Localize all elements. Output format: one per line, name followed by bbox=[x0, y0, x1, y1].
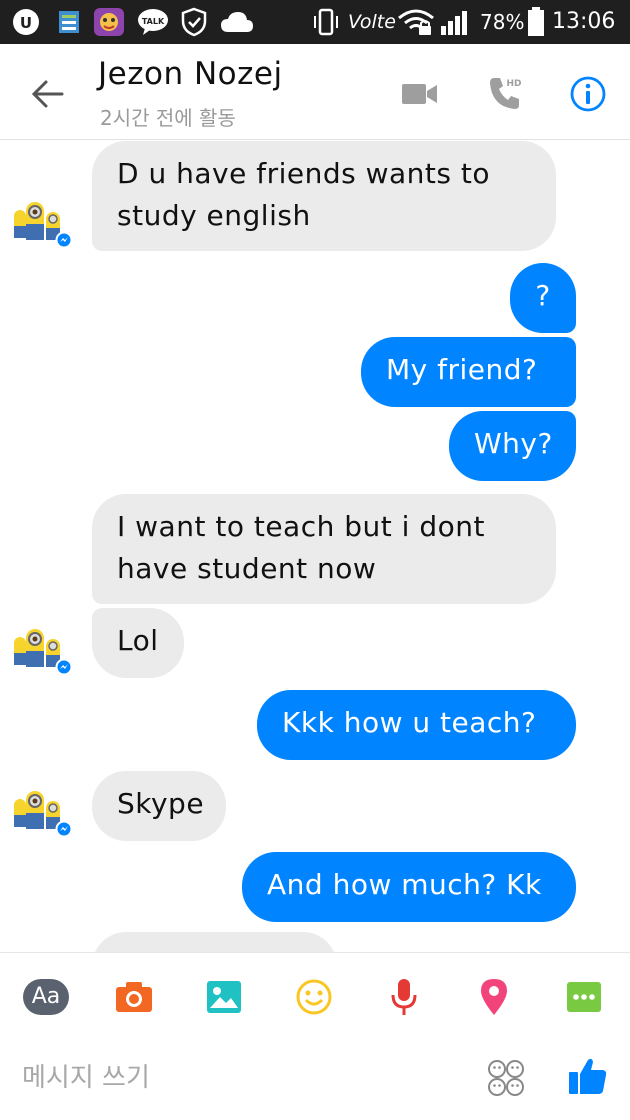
emoji-button[interactable] bbox=[292, 975, 336, 1019]
wifi-icon bbox=[396, 7, 436, 37]
contact-avatar[interactable] bbox=[12, 623, 78, 676]
outgoing-message[interactable]: And how much? Kk bbox=[242, 852, 576, 922]
stickers-button[interactable] bbox=[486, 1058, 526, 1098]
composer-toolbar: Aa bbox=[0, 952, 630, 1038]
stickers-icon bbox=[488, 1060, 524, 1096]
outgoing-message[interactable]: Kkk how u teach? bbox=[257, 690, 576, 760]
phone-hd-icon: HD bbox=[490, 78, 522, 109]
shield-icon bbox=[178, 7, 210, 37]
svg-text:HD: HD bbox=[506, 79, 521, 89]
vibrate-icon bbox=[310, 7, 342, 37]
location-pin-icon bbox=[481, 979, 507, 1015]
smiley-icon bbox=[296, 979, 332, 1015]
like-button[interactable] bbox=[566, 1054, 610, 1098]
contact-avatar[interactable] bbox=[12, 196, 78, 249]
aa-icon: Aa bbox=[23, 979, 69, 1015]
video-call-button[interactable] bbox=[398, 72, 442, 116]
battery-percent: 78% bbox=[480, 10, 525, 34]
outgoing-message[interactable]: Why? bbox=[449, 411, 576, 481]
video-camera-icon bbox=[402, 84, 437, 104]
message-input[interactable] bbox=[22, 1056, 442, 1100]
gallery-button[interactable] bbox=[202, 975, 246, 1019]
incoming-message[interactable]: D u have friends wants to study english bbox=[92, 141, 556, 251]
more-button[interactable] bbox=[562, 975, 606, 1019]
message-list[interactable]: D u have friends wants to study english … bbox=[0, 141, 630, 952]
incoming-message[interactable]: Lol bbox=[92, 608, 184, 678]
incoming-message[interactable]: I want to teach but i dont have student … bbox=[92, 494, 556, 604]
voice-call-button[interactable]: HD bbox=[484, 72, 528, 116]
minions-avatar-icon bbox=[14, 791, 73, 838]
thumbs-up-icon bbox=[569, 1058, 607, 1094]
outgoing-message[interactable]: My friend? bbox=[361, 337, 576, 407]
minions-avatar-icon bbox=[14, 202, 73, 249]
kakaotalk-icon: TALK bbox=[136, 7, 170, 37]
incoming-message[interactable]: Skype bbox=[92, 771, 226, 841]
battery-icon bbox=[526, 7, 546, 37]
back-button[interactable] bbox=[26, 72, 70, 116]
location-button[interactable] bbox=[472, 975, 516, 1019]
volte-indicator: Volte bbox=[348, 11, 396, 33]
incoming-message-partial[interactable] bbox=[92, 932, 337, 952]
minions-avatar-icon bbox=[14, 629, 73, 676]
activity-status: 2시간 전에 활동 bbox=[100, 106, 236, 130]
svg-text:U: U bbox=[20, 14, 32, 32]
svg-text:TALK: TALK bbox=[142, 17, 165, 26]
gallery-icon bbox=[207, 981, 241, 1013]
microphone-icon bbox=[391, 979, 417, 1015]
notes-icon bbox=[56, 7, 82, 37]
conversation-header: Jezon Nozej 2시간 전에 활동 HD bbox=[0, 44, 630, 140]
voice-message-button[interactable] bbox=[382, 975, 426, 1019]
game-app-icon bbox=[92, 7, 126, 37]
info-button[interactable] bbox=[566, 72, 610, 116]
more-dots-icon bbox=[567, 982, 601, 1012]
contact-avatar[interactable] bbox=[12, 785, 78, 838]
clock: 13:06 bbox=[552, 9, 616, 34]
info-icon bbox=[570, 76, 606, 112]
signal-icon bbox=[438, 7, 474, 37]
camera-icon bbox=[116, 982, 152, 1012]
back-arrow-icon bbox=[31, 80, 64, 108]
status-bar: U TALK Volte 78% 13:06 bbox=[0, 0, 630, 44]
composer-input-row bbox=[0, 1038, 630, 1120]
cloud-icon bbox=[220, 7, 254, 37]
camera-button[interactable] bbox=[112, 975, 156, 1019]
uplus-icon: U bbox=[10, 7, 42, 37]
contact-name[interactable]: Jezon Nozej bbox=[98, 56, 283, 92]
outgoing-message[interactable]: ? bbox=[510, 263, 576, 333]
text-format-button[interactable]: Aa bbox=[22, 975, 70, 1019]
